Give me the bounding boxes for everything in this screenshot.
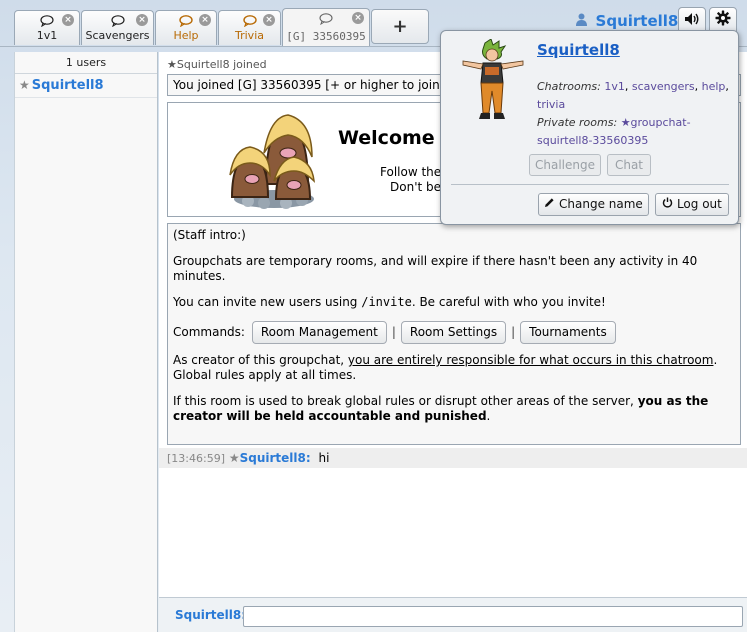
intro-paragraph: If this room is used to break global rul… xyxy=(173,394,709,423)
room-link[interactable]: help xyxy=(702,80,726,93)
chatrooms-label: Chatrooms: xyxy=(537,80,601,93)
intro-paragraph: You can invite new users using /invite. … xyxy=(173,295,606,309)
logout-label: Log out xyxy=(676,197,722,211)
tournaments-button[interactable]: Tournaments xyxy=(520,321,616,344)
join-notice: ★Squirtell8 joined xyxy=(167,58,267,71)
change-name-label: Change name xyxy=(559,197,643,211)
separator: | xyxy=(511,325,516,339)
invite-command: /invite xyxy=(361,295,412,309)
private-rooms-row: Private rooms: ★groupchat-squirtell8-335… xyxy=(537,114,733,150)
rank-icon: ★ xyxy=(228,451,240,465)
message-text: hi xyxy=(318,451,330,465)
popup-username[interactable]: Squirtell8 xyxy=(537,41,620,59)
user-list-item[interactable]: ★ Squirtell8 xyxy=(15,74,157,98)
room-settings-button[interactable]: Room Settings xyxy=(400,321,507,344)
tab-label: Trivia xyxy=(235,29,264,42)
tab-label: 1v1 xyxy=(36,29,58,42)
chat-message: [13:46:59] ★Squirtell8: hi xyxy=(159,448,747,468)
composer-username[interactable]: Squirtell8: xyxy=(175,608,246,622)
private-rooms-label: Private rooms: xyxy=(537,116,618,129)
tab-label: [G] 33560395 xyxy=(286,30,366,43)
room-link[interactable]: 1v1 xyxy=(604,80,625,93)
user-icon xyxy=(576,13,592,30)
welcome-line: Follow the xyxy=(380,165,442,179)
user-count: 1 users xyxy=(15,52,157,74)
staff-intro-box: (Staff intro:) Groupchats are temporary … xyxy=(167,223,741,445)
gear-icon xyxy=(715,10,731,30)
challenge-button[interactable]: Challenge xyxy=(529,154,601,176)
header-username-label: Squirtell8 xyxy=(595,12,679,30)
close-icon[interactable]: × xyxy=(62,14,74,26)
chatrooms-row: Chatrooms: 1v1, scavengers, help, trivia xyxy=(537,80,729,111)
volume-icon xyxy=(684,12,700,30)
popup-divider xyxy=(451,184,729,185)
chat-button[interactable]: Chat xyxy=(607,154,651,176)
tab-groupchat[interactable]: [G] 33560395 × xyxy=(282,8,370,46)
tab-scavengers[interactable]: Scavengers × xyxy=(81,10,154,45)
intro-paragraph: As creator of this groupchat, you are en… xyxy=(173,353,718,382)
new-tab-button[interactable]: + xyxy=(371,9,429,44)
commands-label: Commands: xyxy=(173,325,245,339)
tab-label: Scavengers xyxy=(85,29,150,42)
logout-button[interactable]: Log out xyxy=(655,193,729,216)
tab-help[interactable]: Help × xyxy=(155,10,217,45)
user-list-name: Squirtell8 xyxy=(31,78,104,93)
responsibility-text: you are entirely responsible for what oc… xyxy=(347,353,714,367)
rank-icon: ★ xyxy=(19,78,30,92)
tab-label: Help xyxy=(173,29,199,42)
user-popup: Squirtell8 Chatrooms: 1v1, scavengers, h… xyxy=(440,30,739,225)
message-username[interactable]: Squirtell8: xyxy=(240,451,311,465)
room-management-button[interactable]: Room Management xyxy=(251,321,387,344)
room-link[interactable]: scavengers xyxy=(632,80,695,93)
close-icon[interactable]: × xyxy=(136,14,148,26)
popup-info: Chatrooms: 1v1, scavengers, help, trivia… xyxy=(537,78,733,150)
room-link[interactable]: trivia xyxy=(537,98,565,111)
dugtrio-icon xyxy=(229,114,315,209)
intro-paragraph: Groupchats are temporary rooms, and will… xyxy=(173,254,698,283)
trainer-avatar xyxy=(462,39,524,119)
welcome-line: Don't be xyxy=(390,180,442,194)
message-timestamp: [13:46:59] xyxy=(167,452,225,465)
header-username[interactable]: Squirtell8 xyxy=(576,12,678,30)
separator: | xyxy=(391,325,396,339)
power-icon xyxy=(662,197,677,211)
message-composer: Squirtell8: xyxy=(159,597,747,632)
message-input[interactable] xyxy=(243,606,743,627)
tab-1v1[interactable]: 1v1 × xyxy=(14,10,80,45)
pencil-icon xyxy=(544,197,559,211)
user-list: 1 users ★ Squirtell8 xyxy=(14,52,158,632)
change-name-button[interactable]: Change name xyxy=(538,193,649,216)
close-icon[interactable]: × xyxy=(199,14,211,26)
close-icon[interactable]: × xyxy=(263,14,275,26)
close-icon[interactable]: × xyxy=(352,12,364,24)
tab-trivia[interactable]: Trivia × xyxy=(218,10,281,45)
intro-heading: (Staff intro:) xyxy=(173,228,246,242)
commands-row: Commands: Room Management | Room Settings |… xyxy=(173,321,735,344)
